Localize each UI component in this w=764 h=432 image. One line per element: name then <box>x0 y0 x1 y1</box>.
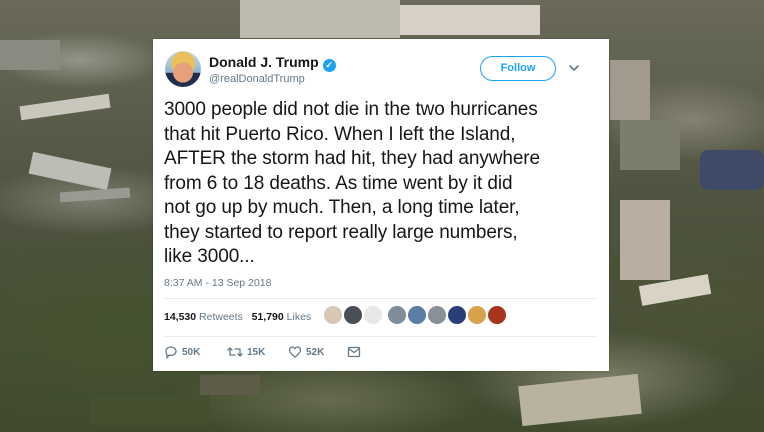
avatar[interactable] <box>363 305 383 325</box>
avatar[interactable] <box>467 305 487 325</box>
tweet-line: from 6 to 18 deaths. As time went by it … <box>164 172 513 194</box>
author-handle[interactable]: @realDonaldTrump <box>209 73 305 85</box>
direct-message-button[interactable] <box>347 345 361 359</box>
retweet-button[interactable]: 15K <box>227 345 265 359</box>
tweet-line: not go up by much. Then, a long time lat… <box>164 197 520 218</box>
avatar[interactable] <box>323 305 343 325</box>
tweet-line: 3000 people did not die in the two hurri… <box>164 99 538 120</box>
author-name[interactable]: Donald J. Trump ✓ <box>209 54 336 72</box>
likes-stat[interactable]: 51,790 Likes <box>252 311 312 323</box>
verified-badge-icon: ✓ <box>322 59 336 72</box>
heart-icon <box>288 346 302 358</box>
reply-icon <box>165 346 177 360</box>
avatar[interactable] <box>487 305 507 325</box>
divider <box>164 336 598 337</box>
tweet-line: they started to report really large numb… <box>164 221 518 243</box>
engagement-stats: 14,530 Retweets 51,790 Likes <box>164 311 311 323</box>
follow-button[interactable]: Follow <box>480 56 556 81</box>
avatar[interactable] <box>165 51 201 87</box>
avatar[interactable] <box>387 305 407 325</box>
avatar[interactable] <box>407 305 427 325</box>
chevron-down-icon[interactable] <box>567 61 581 75</box>
tweet-text: 3000 people did not die in the two hurri… <box>164 98 604 270</box>
tweet-line: AFTER the storm had hit, they had anywhe… <box>164 148 540 169</box>
avatar[interactable] <box>427 305 447 325</box>
like-button[interactable]: 52K <box>288 345 324 359</box>
avatar[interactable] <box>447 305 467 325</box>
retweets-stat[interactable]: 14,530 Retweets <box>164 311 243 323</box>
tweet-line: that hit Puerto Rico. When I left the Is… <box>164 123 516 145</box>
tweet-card: Donald J. Trump ✓ @realDonaldTrump Follow… <box>153 39 609 371</box>
tweet-timestamp[interactable]: 8:37 AM - 13 Sep 2018 <box>164 277 271 289</box>
divider <box>164 298 598 299</box>
retweet-icon <box>227 347 243 357</box>
reply-button[interactable]: 50K <box>164 345 200 360</box>
avatar[interactable] <box>343 305 363 325</box>
tweet-line: like 3000... <box>164 246 255 267</box>
message-icon <box>347 346 361 358</box>
